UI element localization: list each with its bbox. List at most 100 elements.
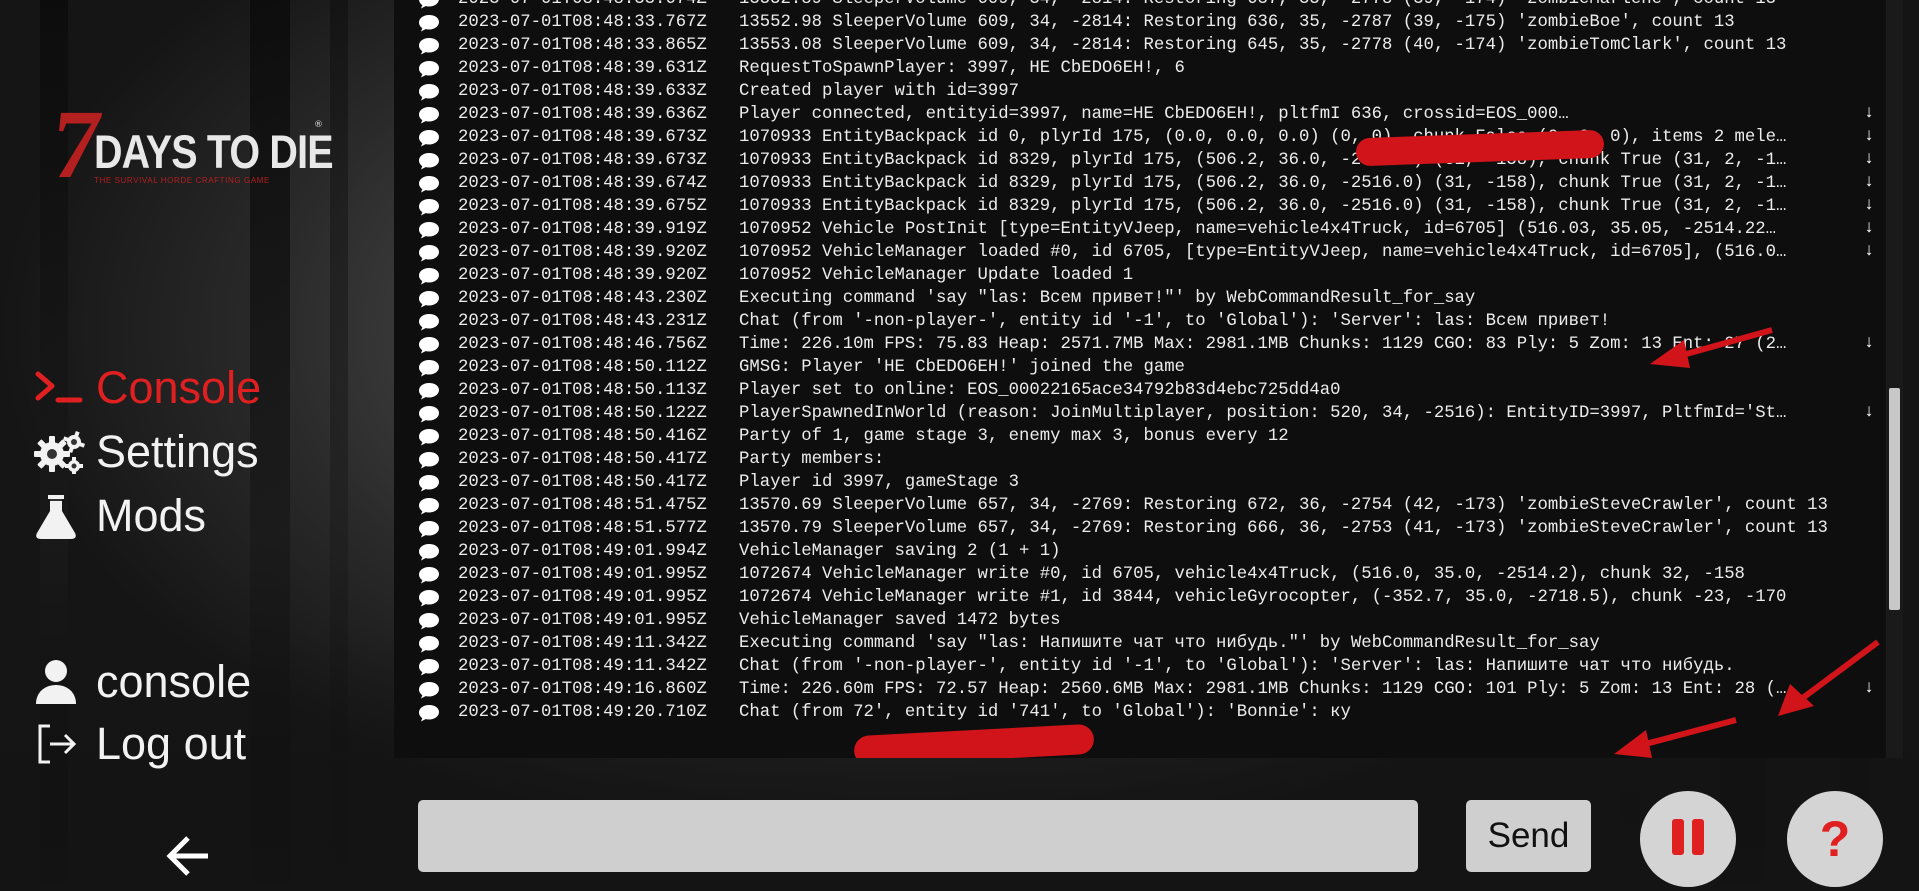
log-timestamp: 2023-07-01T08:48:39.920Z [458, 266, 707, 285]
expand-arrow-icon[interactable]: ↓ [1858, 150, 1880, 169]
log-timestamp: 2023-07-01T08:48:39.920Z [458, 243, 707, 262]
log-message: Chat (from '-non-player-', entity id '-1… [739, 657, 1735, 676]
chat-bubble-icon [418, 336, 442, 354]
redaction-mark [853, 723, 1095, 758]
log-message: 1070952 VehicleManager Update loaded 1 [739, 266, 1134, 285]
nav-mods[interactable]: Mods [34, 490, 206, 542]
console-line: 2023-07-01T08:48:33.865Z 13553.08 Sleeper… [394, 34, 1880, 57]
log-timestamp: 2023-07-01T08:48:39.673Z [458, 128, 707, 147]
console-line: 2023-07-01T08:48:33.674Z13552.89 Sleeper… [394, 0, 1880, 11]
console-line: 2023-07-01T08:49:01.995Z 1072674 VehicleM… [394, 586, 1880, 609]
log-message: 1072674 VehicleManager write #1, id 3844… [739, 588, 1787, 607]
chat-bubble-icon [418, 198, 442, 216]
send-button[interactable]: Send [1466, 800, 1591, 872]
log-message: 13552.89 SleeperVolume 609, 34, -2814: R… [739, 0, 1849, 9]
chat-bubble-icon [418, 359, 442, 377]
expand-arrow-icon[interactable]: ↓ [1858, 104, 1880, 123]
chat-bubble-icon [418, 658, 442, 676]
chat-bubble-icon [418, 83, 442, 101]
nav-settings[interactable]: Settings [34, 426, 259, 478]
console-line: 2023-07-01T08:48:51.577Z 13570.79 Sleeper… [394, 517, 1880, 540]
logout-button[interactable]: Log out [34, 718, 246, 770]
chat-bubble-icon [418, 14, 442, 32]
chat-bubble-icon [418, 152, 442, 170]
log-message: 1070933 EntityBackpack id 8329, plyrId 1… [739, 151, 1787, 170]
log-message: 13570.69 SleeperVolume 657, 34, -2769: R… [739, 496, 1828, 515]
console-line: 2023-07-01T08:48:39.673Z 1070933 EntityBa… [394, 149, 1880, 172]
expand-arrow-icon[interactable]: ↓ [1858, 242, 1880, 261]
log-message: 1070952 VehicleManager loaded #0, id 670… [739, 243, 1787, 262]
chat-bubble-icon [418, 129, 442, 147]
log-timestamp: 2023-07-01T08:48:51.475Z [458, 496, 707, 515]
console-line: 2023-07-01T08:48:50.122Z PlayerSpawnedInW… [394, 402, 1880, 425]
chat-bubble-icon [418, 451, 442, 469]
chat-bubble-icon [418, 106, 442, 124]
user-account[interactable]: console [34, 656, 251, 708]
chat-bubble-icon [418, 612, 442, 630]
expand-arrow-icon[interactable]: ↓ [1858, 196, 1880, 215]
log-message: Player set to online: EOS_00022165ace347… [739, 381, 1341, 400]
log-message: 1070933 EntityBackpack id 8329, plyrId 1… [739, 174, 1787, 193]
log-message: Executing command 'say "las: Напишите ча… [739, 634, 1600, 653]
console-line: 2023-07-01T08:48:33.767Z 13552.98 Sleeper… [394, 11, 1880, 34]
console-line: 2023-07-01T08:49:01.994Z VehicleManager s… [394, 540, 1880, 563]
log-timestamp: 2023-07-01T08:49:01.994Z [458, 542, 707, 561]
chat-bubble-icon [418, 37, 442, 55]
log-message: RequestToSpawnPlayer: 3997, HE CbEDO6EH!… [739, 59, 1185, 78]
command-input[interactable] [418, 800, 1418, 872]
console-line: 2023-07-01T08:48:39.920Z 1070952 VehicleM… [394, 241, 1880, 264]
console-line: 2023-07-01T08:48:50.417Z Player id 3997, … [394, 471, 1880, 494]
log-timestamp: 2023-07-01T08:49:01.995Z [458, 565, 707, 584]
annotation-arrow [1778, 639, 1880, 716]
scrollbar-thumb[interactable] [1889, 388, 1900, 610]
question-mark-icon: ? [1819, 811, 1851, 867]
chat-bubble-icon [418, 589, 442, 607]
expand-arrow-icon[interactable]: ↓ [1858, 403, 1880, 422]
chat-bubble-icon [418, 405, 442, 423]
log-message: VehicleManager saving 2 (1 + 1) [739, 542, 1061, 561]
log-timestamp: 2023-07-01T08:48:33.865Z [458, 36, 707, 55]
log-timestamp: 2023-07-01T08:48:39.674Z [458, 174, 707, 193]
console-line: 2023-07-01T08:49:11.342Z Chat (from '-non… [394, 655, 1880, 678]
user-label: console [96, 656, 252, 707]
console-line: 2023-07-01T08:48:39.675Z 1070933 EntityBa… [394, 195, 1880, 218]
nav-settings-label: Settings [96, 426, 259, 477]
nav-console[interactable]: Console [34, 362, 261, 414]
console-line: 2023-07-01T08:48:39.673Z 1070933 EntityBa… [394, 126, 1880, 149]
chat-bubble-icon [418, 520, 442, 538]
log-timestamp: 2023-07-01T08:49:01.995Z [458, 611, 707, 630]
log-message: 13553.08 SleeperVolume 609, 34, -2814: R… [739, 36, 1787, 55]
log-timestamp: 2023-07-01T08:48:46.756Z [458, 335, 707, 354]
chat-bubble-icon [418, 267, 442, 285]
chat-bubble-icon [418, 221, 442, 239]
log-timestamp: 2023-07-01T08:48:33.767Z [458, 13, 707, 32]
help-button[interactable]: ? [1787, 791, 1883, 887]
log-timestamp: 2023-07-01T08:49:11.342Z [458, 634, 707, 653]
log-timestamp: 2023-07-01T08:48:39.636Z [458, 105, 707, 124]
user-icon [34, 657, 88, 707]
expand-arrow-icon[interactable]: ↓ [1858, 219, 1880, 238]
log-message: 1070952 Vehicle PostInit [type=EntityVJe… [739, 220, 1777, 239]
expand-arrow-icon[interactable]: ↓ [1858, 173, 1880, 192]
log-message: 1070933 EntityBackpack id 0, plyrId 175,… [739, 128, 1787, 147]
back-arrow-icon[interactable] [164, 832, 212, 880]
expand-arrow-icon[interactable]: ↓ [1858, 127, 1880, 146]
expand-arrow-icon[interactable]: ↓ [1858, 334, 1880, 353]
nav-mods-label: Mods [96, 490, 207, 541]
chat-bubble-icon [418, 175, 442, 193]
log-timestamp: 2023-07-01T08:48:39.919Z [458, 220, 707, 239]
annotation-arrow [1614, 717, 1737, 758]
console-line: 2023-07-01T08:48:50.113Z Player set to on… [394, 379, 1880, 402]
log-timestamp: 2023-07-01T08:48:33.674Z [458, 0, 739, 9]
log-message: 13570.79 SleeperVolume 657, 34, -2769: R… [739, 519, 1828, 538]
pause-button[interactable] [1640, 791, 1736, 887]
console-line: 2023-07-01T08:48:43.230Z Executing comman… [394, 287, 1880, 310]
console-log-panel[interactable]: 2023-07-01T08:48:33.674Z13552.89 Sleeper… [394, 0, 1903, 758]
log-timestamp: 2023-07-01T08:48:39.631Z [458, 59, 707, 78]
terminal-icon [34, 363, 88, 413]
log-timestamp: 2023-07-01T08:48:43.230Z [458, 289, 707, 308]
logout-label: Log out [96, 718, 247, 769]
log-message: 1070933 EntityBackpack id 8329, plyrId 1… [739, 197, 1787, 216]
console-line: 2023-07-01T08:48:39.636Z Player connected… [394, 103, 1880, 126]
console-scrollbar[interactable] [1886, 0, 1903, 758]
